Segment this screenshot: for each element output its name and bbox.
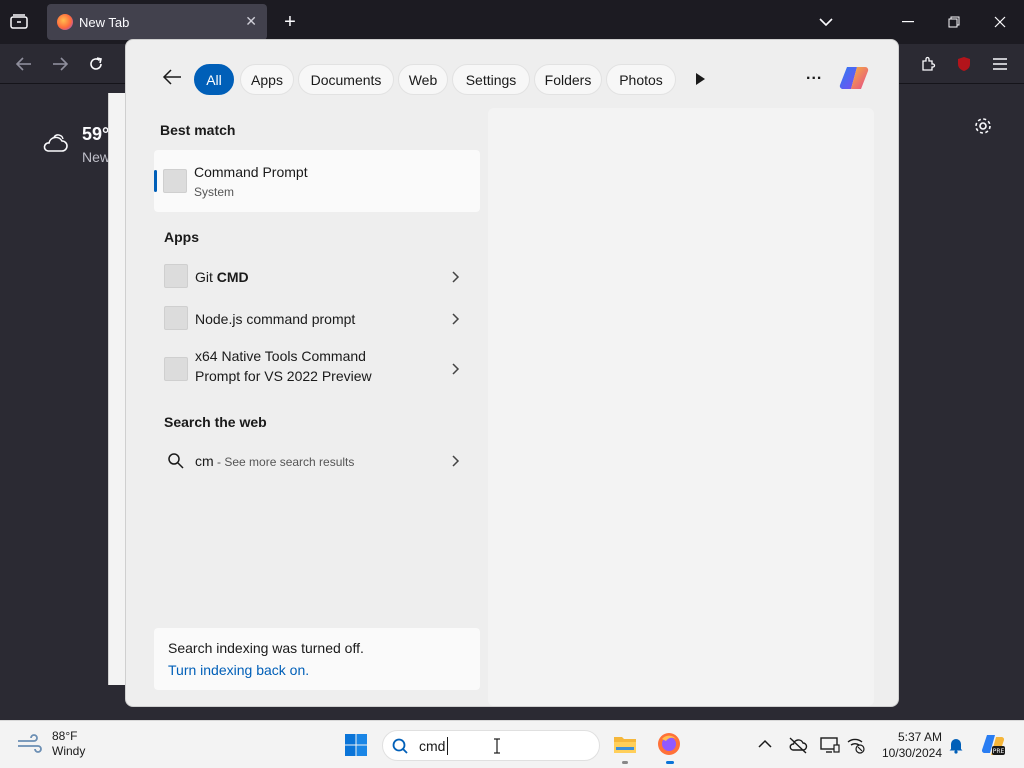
- weather-location: New: [82, 149, 111, 165]
- filter-apps[interactable]: Apps: [240, 64, 294, 95]
- browser-tabbar: New Tab ✕ +: [0, 0, 1024, 44]
- wind-icon: [18, 734, 42, 753]
- tab-title: New Tab: [79, 14, 130, 30]
- notification-bell-icon[interactable]: [948, 736, 966, 754]
- search-icon: [392, 738, 408, 754]
- network-disconnected-icon[interactable]: [846, 736, 865, 754]
- firefox-icon: [57, 14, 73, 30]
- clock-date: 10/30/2024: [881, 746, 942, 760]
- taskbar-search-input[interactable]: cmd: [382, 730, 600, 761]
- web-result-text: cm - See more search results: [195, 451, 354, 472]
- text-cursor-icon: [494, 738, 500, 754]
- new-tab-icon[interactable]: +: [280, 11, 300, 33]
- app-label-line2: Prompt for VS 2022 Preview: [195, 368, 372, 384]
- git-cmd-icon: [164, 264, 188, 288]
- command-prompt-icon: [163, 169, 187, 193]
- search-web-heading: Search the web: [164, 414, 267, 430]
- copilot-icon[interactable]: [838, 62, 870, 94]
- filter-photos[interactable]: Photos: [606, 64, 676, 95]
- indexing-notice-text: Search indexing was turned off.: [168, 640, 364, 656]
- reload-icon[interactable]: [86, 54, 106, 74]
- app-label: Node.js command prompt: [195, 311, 356, 327]
- file-explorer-icon[interactable]: [612, 731, 638, 757]
- forward-icon[interactable]: [50, 54, 70, 74]
- tab-list-icon[interactable]: [8, 12, 30, 32]
- back-icon[interactable]: [14, 54, 34, 74]
- running-indicator: [622, 761, 628, 764]
- selection-indicator: [154, 170, 157, 192]
- taskbar-clock[interactable]: 5:37 AM 10/30/2024: [872, 729, 942, 761]
- app-result-x64-native-tools[interactable]: x64 Native Tools Command Prompt for VS 2…: [154, 346, 480, 394]
- indexing-notice: Search indexing was turned off. Turn ind…: [154, 628, 480, 690]
- best-match-heading: Best match: [160, 122, 236, 138]
- clock-time: 5:37 AM: [897, 730, 942, 744]
- cloud-sun-icon: [43, 134, 68, 152]
- app-label-line1: x64 Native Tools Command: [195, 348, 366, 364]
- chevron-right-icon[interactable]: [450, 455, 460, 467]
- filter-folders[interactable]: Folders: [534, 64, 602, 95]
- chevron-up-icon[interactable]: [758, 736, 776, 754]
- copilot-taskbar-icon[interactable]: PRE: [980, 733, 1006, 757]
- chevron-right-icon[interactable]: [450, 271, 460, 283]
- ublock-icon[interactable]: [954, 54, 974, 74]
- back-arrow-icon[interactable]: [162, 68, 184, 90]
- vs-tools-icon: [164, 357, 188, 381]
- web-query: cm: [195, 453, 214, 469]
- app-result-nodejs[interactable]: Node.js command prompt: [154, 302, 480, 336]
- taskbar: 88°F Windy cmd 5:37 AM 10/30/2024 PRE: [0, 720, 1024, 768]
- taskbar-weather-temp: 88°F: [52, 729, 78, 743]
- text-caret: [447, 737, 448, 755]
- chevron-right-icon[interactable]: [450, 313, 460, 325]
- restore-icon[interactable]: [944, 12, 964, 32]
- chevron-down-icon[interactable]: [816, 14, 836, 30]
- browser-tab[interactable]: New Tab ✕: [47, 4, 267, 40]
- running-indicator: [666, 761, 674, 764]
- app-label: Git CMD: [195, 269, 249, 285]
- nodejs-icon: [164, 306, 188, 330]
- best-match-subtitle: System: [194, 185, 235, 199]
- windows-start-icon[interactable]: [344, 733, 368, 757]
- best-match-title: Command Prompt: [194, 164, 308, 180]
- search-icon: [168, 453, 184, 469]
- firefox-taskbar-icon[interactable]: [656, 731, 682, 757]
- svg-text:PRE: PRE: [993, 748, 1005, 755]
- search-value: cmd: [419, 738, 446, 754]
- filter-documents[interactable]: Documents: [298, 64, 394, 95]
- menu-icon[interactable]: [990, 54, 1010, 74]
- apps-heading: Apps: [164, 229, 199, 245]
- chevron-right-icon[interactable]: [450, 363, 460, 375]
- taskbar-weather-desc: Windy: [52, 744, 86, 758]
- web-result[interactable]: cm - See more search results: [154, 444, 480, 478]
- preview-pane: [488, 108, 874, 706]
- filter-row: All Apps Documents Web Settings Folders …: [126, 62, 898, 96]
- display-icon[interactable]: [820, 736, 840, 754]
- close-tab-icon[interactable]: ✕: [245, 13, 257, 30]
- taskbar-weather[interactable]: 88°F Windy: [16, 729, 85, 759]
- close-window-icon[interactable]: [990, 12, 1010, 32]
- minimize-icon[interactable]: [898, 12, 918, 32]
- best-match-command-prompt[interactable]: Command Prompt System: [154, 150, 480, 212]
- filter-all[interactable]: All: [194, 64, 234, 95]
- gear-icon[interactable]: [973, 116, 993, 136]
- weather-temp: 59°: [82, 124, 110, 144]
- play-arrow-icon[interactable]: [694, 72, 708, 86]
- filter-web[interactable]: Web: [398, 64, 448, 95]
- extensions-icon[interactable]: [918, 54, 938, 74]
- search-panel: All Apps Documents Web Settings Folders …: [125, 39, 899, 707]
- app-result-git-cmd[interactable]: Git CMD: [154, 260, 480, 294]
- more-options-icon[interactable]: ...: [806, 66, 822, 84]
- cloud-offline-icon[interactable]: [788, 736, 808, 754]
- weather-widget[interactable]: 59° New: [40, 125, 110, 165]
- turn-indexing-on-link[interactable]: Turn indexing back on.: [168, 662, 309, 678]
- filter-settings[interactable]: Settings: [452, 64, 530, 95]
- web-hint: - See more search results: [213, 455, 355, 469]
- background-window-edge: [108, 93, 126, 685]
